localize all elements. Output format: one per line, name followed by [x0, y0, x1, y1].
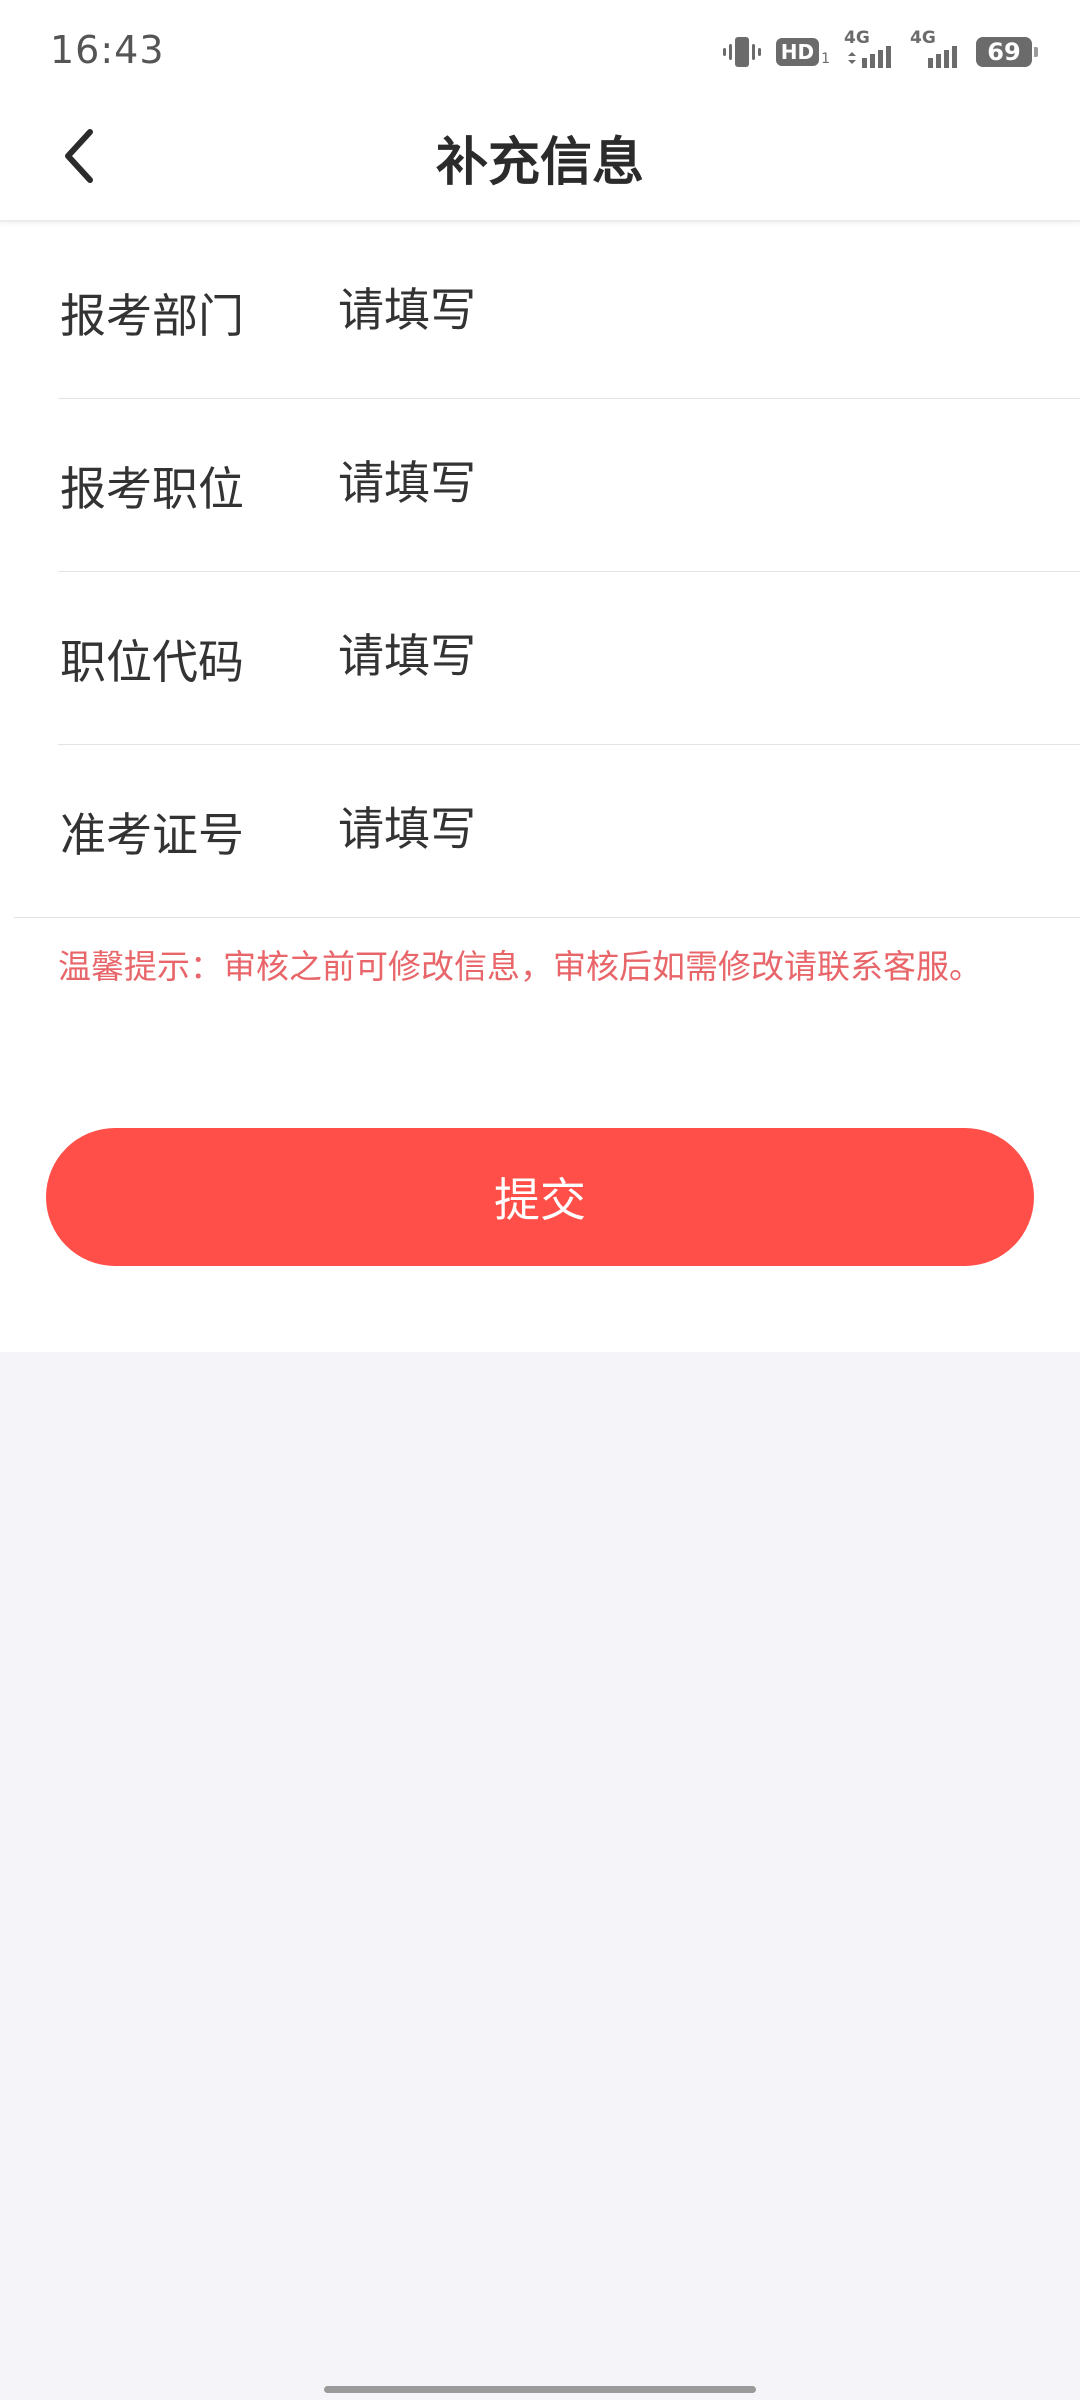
- form-row-admission-ticket: 准考证号: [14, 745, 1080, 918]
- form-row-position: 报考职位: [58, 399, 1080, 572]
- form-row-position-code: 职位代码: [58, 572, 1080, 745]
- page-title: 补充信息: [435, 133, 644, 193]
- status-bar: 16:43 HD 1 4G 4G 69: [0, 0, 1080, 96]
- battery-icon: 69: [976, 37, 1038, 67]
- signal-icon-sim2: 4G: [910, 28, 962, 72]
- position-code-input[interactable]: [338, 616, 1038, 696]
- warm-tip-text: 温馨提示：审核之前可修改信息，审核后如需修改请联系客服。: [58, 947, 982, 986]
- home-indicator[interactable]: [324, 2386, 756, 2393]
- hd-sub-label: 1: [821, 51, 830, 67]
- signal-icon-sim1: 4G: [844, 28, 896, 72]
- department-input[interactable]: [338, 270, 1038, 350]
- status-time: 16:43: [50, 28, 165, 72]
- admission-ticket-label: 准考证号: [60, 808, 244, 862]
- nav-bar: 补充信息: [0, 96, 1080, 222]
- supplement-info-form: 报考部门 报考职位 职位代码 准考证号: [0, 226, 1080, 918]
- position-input[interactable]: [338, 443, 1038, 523]
- department-label: 报考部门: [60, 289, 244, 343]
- submit-button[interactable]: 提交: [46, 1128, 1034, 1266]
- form-row-department: 报考部门: [58, 226, 1080, 399]
- vibrate-icon: [722, 35, 762, 69]
- admission-ticket-input[interactable]: [338, 789, 1038, 869]
- status-icons: HD 1 4G 4G 69: [722, 28, 1038, 72]
- hd-icon: HD 1: [775, 38, 830, 67]
- position-code-label: 职位代码: [60, 635, 244, 689]
- hd-label: HD: [775, 38, 820, 66]
- position-label: 报考职位: [60, 462, 244, 516]
